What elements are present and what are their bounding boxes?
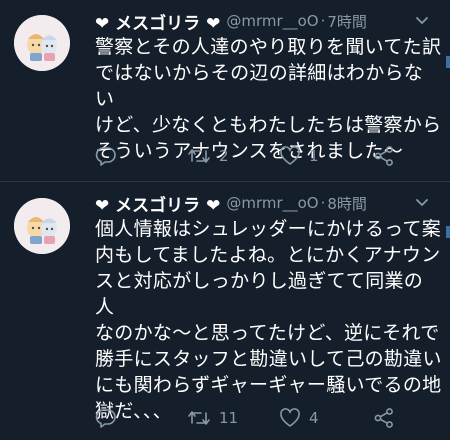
timestamp[interactable]: 7時間: [327, 11, 367, 32]
avatar-illustration: [14, 198, 70, 254]
retweet-button[interactable]: 11: [187, 404, 238, 432]
share-button[interactable]: [373, 142, 395, 170]
retweet-icon: [187, 407, 211, 429]
retweet-button[interactable]: 2: [187, 142, 229, 170]
tweet-text: 個人情報はシュレッダーにかけるって案 内もしてましたよね。とにかくアナウン スと…: [95, 218, 442, 422]
avatar[interactable]: [14, 198, 70, 254]
tweet-actions: 2 1: [95, 142, 442, 170]
scroll-indicator: [446, 56, 450, 68]
like-button[interactable]: 1: [279, 142, 319, 170]
heart-icon: [279, 145, 301, 167]
tweet[interactable]: ❤ メスゴリラ ❤ @mrmr__oO · 8時間 個人情報はシュレッダーにかけ…: [0, 182, 450, 440]
share-icon: [373, 145, 395, 167]
reply-icon: [95, 145, 117, 167]
retweet-count: 2: [219, 147, 229, 165]
chevron-down-icon[interactable]: [414, 10, 430, 32]
reply-icon: [95, 407, 117, 429]
share-button[interactable]: [373, 404, 395, 432]
display-name[interactable]: ❤ メスゴリラ ❤: [95, 9, 220, 34]
tweet[interactable]: ❤ メスゴリラ ❤ @mrmr__oO · 7時間 警察とその人達のやり取りを聞…: [0, 0, 450, 182]
scroll-indicator: [446, 226, 450, 238]
retweet-count: 11: [219, 409, 239, 427]
tweet-header: ❤ メスゴリラ ❤ @mrmr__oO · 7時間: [95, 9, 442, 34]
user-handle[interactable]: @mrmr__oO: [226, 194, 318, 212]
like-count: 1: [309, 147, 319, 165]
separator: ·: [320, 12, 326, 30]
like-button[interactable]: 4: [279, 404, 319, 432]
chevron-down-icon[interactable]: [414, 192, 430, 214]
user-handle[interactable]: @mrmr__oO: [226, 12, 318, 30]
timestamp[interactable]: 8時間: [327, 193, 367, 214]
reply-button[interactable]: [95, 404, 125, 432]
heart-icon: [279, 407, 301, 429]
avatar-illustration: [14, 15, 70, 71]
share-icon: [373, 407, 395, 429]
reply-button[interactable]: [95, 142, 125, 170]
tweet-header: ❤ メスゴリラ ❤ @mrmr__oO · 8時間: [95, 191, 442, 216]
retweet-icon: [187, 145, 211, 167]
like-count: 4: [309, 409, 319, 427]
avatar[interactable]: [14, 15, 70, 71]
tweet-actions: 11 4: [95, 404, 442, 432]
display-name[interactable]: ❤ メスゴリラ ❤: [95, 191, 220, 216]
separator: ·: [320, 194, 326, 212]
